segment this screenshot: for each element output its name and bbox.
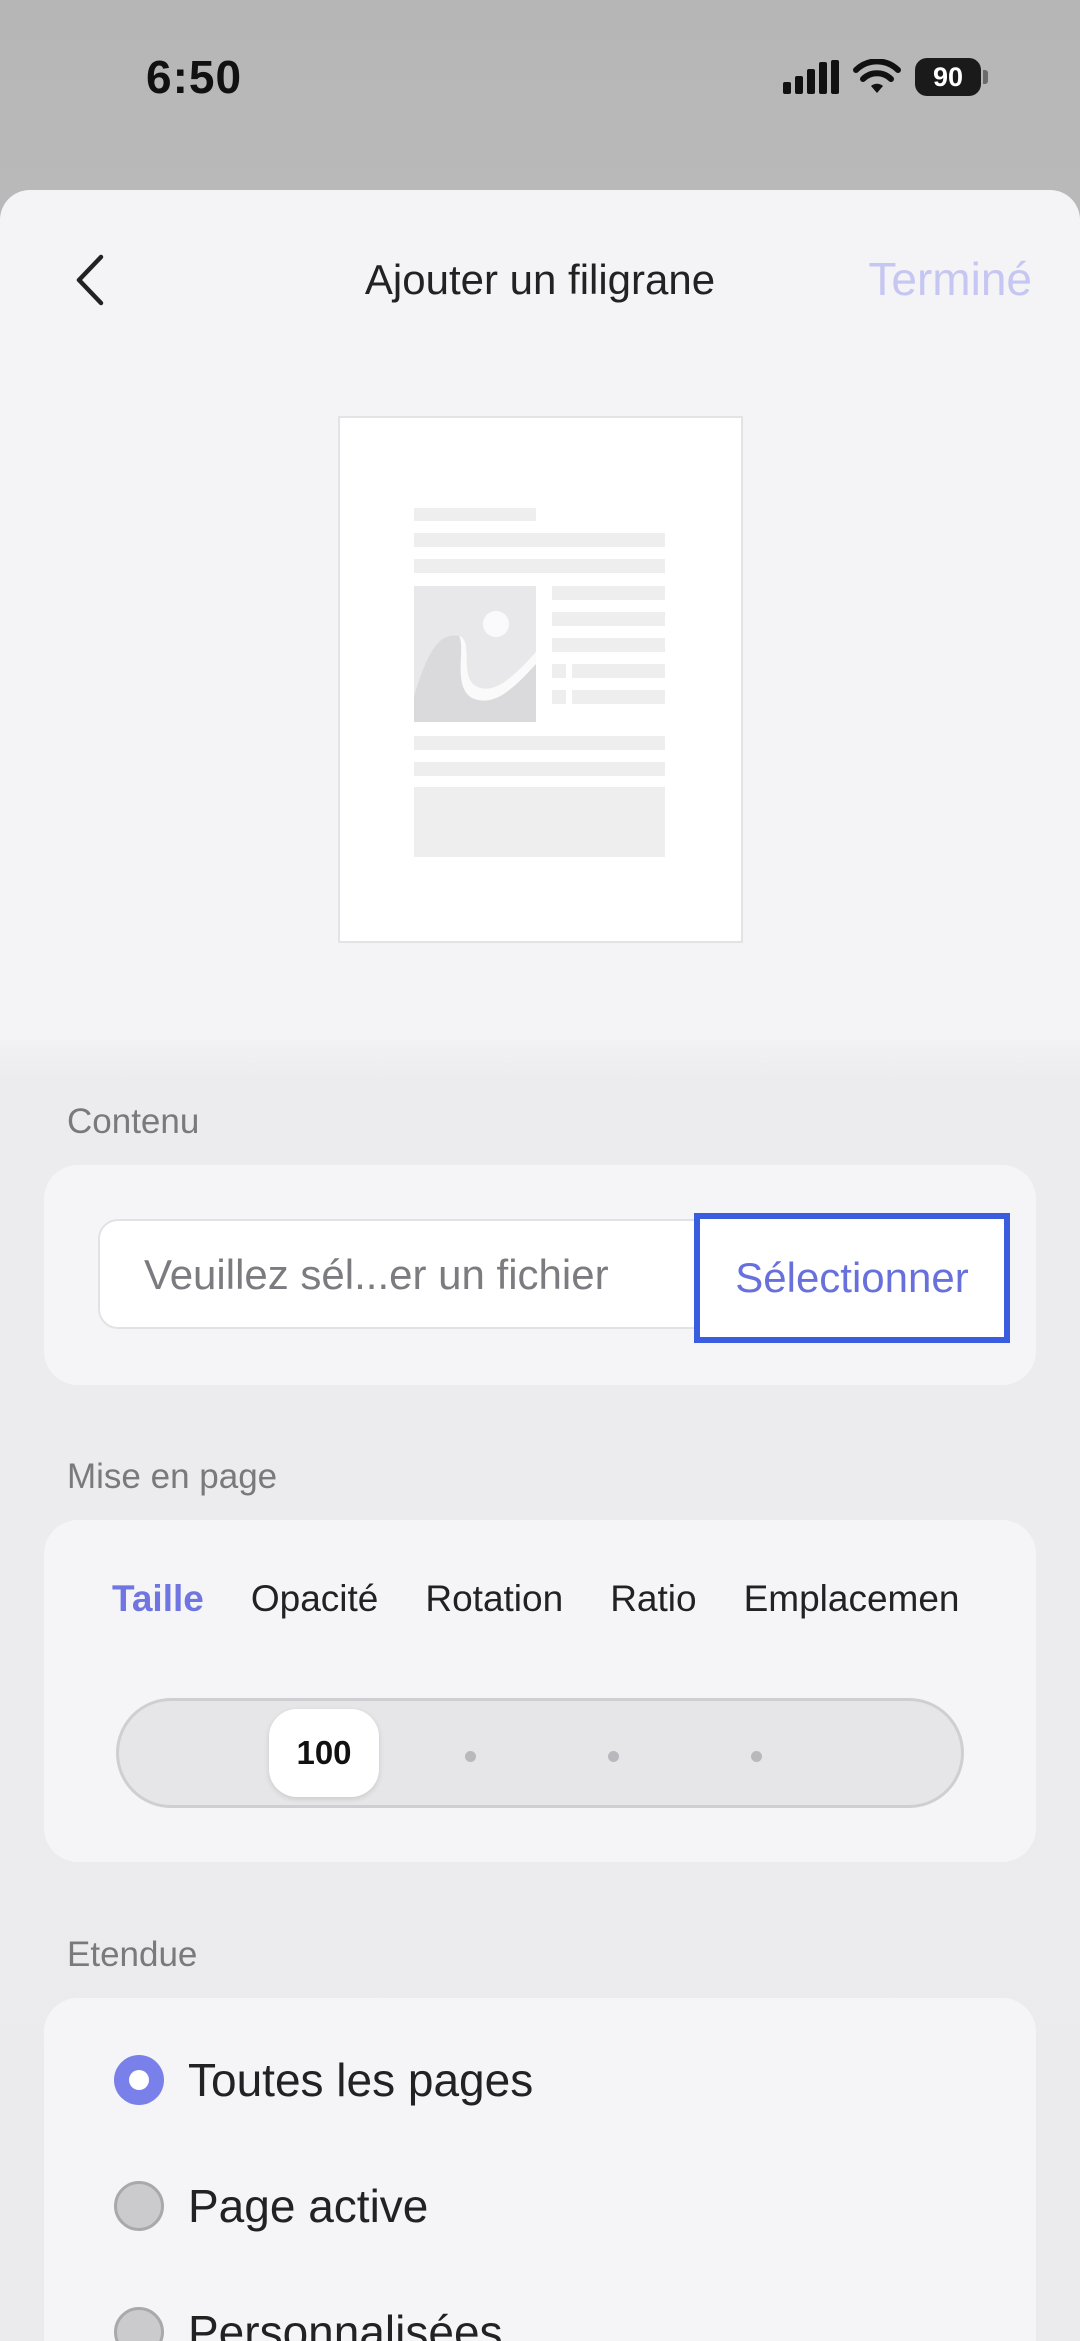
preview-line [572, 690, 665, 704]
preview-line [414, 559, 665, 573]
battery-level: 90 [915, 58, 981, 96]
layout-section-label: Mise en page [67, 1457, 278, 1496]
content-section-label: Contenu [67, 1102, 200, 1141]
done-button[interactable]: Terminé [868, 252, 1032, 306]
preview-line [414, 736, 665, 750]
option-label: Toutes les pages [188, 2054, 534, 2106]
preview-line [552, 690, 566, 704]
battery-indicator: 90 [915, 58, 988, 96]
signal-icon [783, 60, 839, 94]
preview-line [414, 533, 665, 547]
status-icons: 90 [783, 58, 988, 96]
image-placeholder-icon [414, 586, 536, 722]
range-card: Toutes les pages Page active Personnalis… [44, 1998, 1036, 2341]
option-label: Personnalisées [188, 2306, 503, 2341]
preview-line [552, 664, 566, 678]
slider-thumb[interactable]: 100 [269, 1709, 379, 1797]
preview-block [414, 787, 665, 857]
preview-image-placeholder [414, 586, 536, 722]
option-label: Page active [188, 2180, 429, 2232]
slider-step-dot [465, 1751, 476, 1762]
battery-tip [983, 70, 988, 84]
content-card: Veuillez sél...er un fichier Sélectionne… [44, 1165, 1036, 1385]
option-active-page[interactable]: Page active [114, 2179, 428, 2233]
screen: 6:50 90 Ajouter un filigrane Terminé Con… [0, 0, 1080, 2341]
preview-line [572, 664, 665, 678]
preview-line [414, 762, 665, 776]
wifi-icon [853, 59, 901, 93]
bottom-sheet: Ajouter un filigrane Terminé Contenu Veu… [0, 190, 1080, 2341]
size-slider[interactable]: 100 [116, 1698, 964, 1808]
slider-step-dot [751, 1751, 762, 1762]
radio-unselected-icon[interactable] [114, 2181, 164, 2231]
status-time: 6:50 [146, 51, 243, 103]
radio-selected-icon[interactable] [114, 2055, 164, 2105]
layout-card: Taille Opacité Rotation Ratio Emplacemen 100 [44, 1520, 1036, 1862]
tab-ratio[interactable]: Ratio [610, 1578, 696, 1620]
preview-line [552, 638, 665, 652]
option-all-pages[interactable]: Toutes les pages [114, 2053, 533, 2107]
select-file-button[interactable]: Sélectionner [694, 1213, 1010, 1343]
slider-step-dot [608, 1751, 619, 1762]
preview-line [552, 586, 665, 600]
file-placeholder: Veuillez sél...er un fichier [144, 1251, 609, 1298]
tab-emplacement[interactable]: Emplacemen [744, 1578, 960, 1620]
file-field[interactable]: Veuillez sél...er un fichier Sélectionne… [98, 1213, 1010, 1343]
tab-rotation[interactable]: Rotation [425, 1578, 563, 1620]
document-preview [338, 416, 743, 943]
tab-opacite[interactable]: Opacité [251, 1578, 379, 1620]
layout-tabs: Taille Opacité Rotation Ratio Emplacemen [112, 1578, 1032, 1648]
option-custom-pages[interactable]: Personnalisées [114, 2305, 503, 2341]
preview-line [552, 612, 665, 626]
preview-line [414, 508, 536, 521]
range-section-label: Etendue [67, 1935, 198, 1974]
tab-taille[interactable]: Taille [112, 1578, 204, 1620]
radio-unselected-icon[interactable] [114, 2307, 164, 2341]
